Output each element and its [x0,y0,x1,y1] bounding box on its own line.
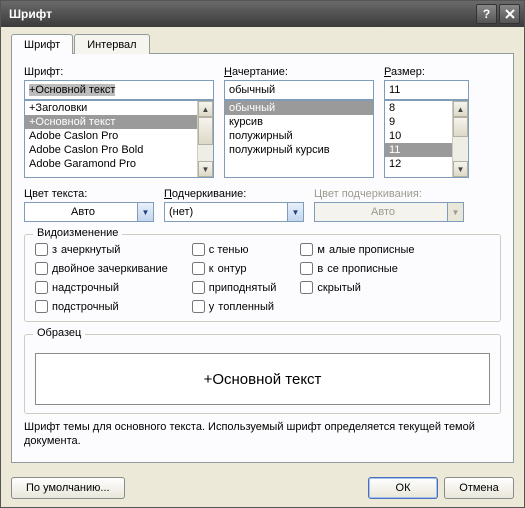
check-engrave[interactable]: утопленный [192,300,277,313]
check-subscript[interactable]: подстрочный [35,300,168,313]
cancel-button[interactable]: Отмена [444,477,514,499]
chevron-down-icon[interactable]: ▼ [287,203,303,221]
style-label: Начертание: [224,66,374,78]
scrollbar[interactable]: ▲ ▼ [452,101,468,177]
window-title: Шрифт [9,7,52,21]
list-item[interactable]: 8 [385,101,452,115]
check-superscript[interactable]: надстрочный [35,281,168,294]
underline-color-combo: Авто ▼ [314,202,464,222]
list-item[interactable]: +Заголовки [25,101,197,115]
sample-fieldset: Образец +Основной текст [24,334,501,414]
list-item[interactable]: Adobe Caslon Pro [25,129,197,143]
list-item[interactable]: курсив [225,115,373,129]
list-item[interactable]: Adobe Caslon Pro Bold [25,143,197,157]
check-double-strike[interactable]: двойное зачеркивание [35,262,168,275]
scroll-thumb[interactable] [453,117,468,137]
default-button[interactable]: По умолчанию... [11,477,125,499]
list-item[interactable]: 10 [385,129,452,143]
tab-font[interactable]: Шрифт [11,34,73,54]
effects-legend: Видоизменение [33,227,122,239]
scrollbar[interactable]: ▲ ▼ [197,101,213,177]
scroll-up-icon[interactable]: ▲ [453,101,468,117]
check-emboss[interactable]: приподнятый [192,281,277,294]
scroll-thumb[interactable] [198,117,213,145]
list-item[interactable]: Adobe Garamond Pro [25,157,197,171]
scroll-down-icon[interactable]: ▼ [198,161,213,177]
chevron-down-icon: ▼ [447,203,463,221]
check-allcaps[interactable]: все прописные [300,262,414,275]
check-hidden[interactable]: скрытый [300,281,414,294]
font-dialog: Шрифт ? Шрифт Интервал Шрифт: +Основной … [0,0,525,508]
font-listbox[interactable]: +Заголовки +Основной текст Adobe Caslon … [24,100,214,178]
sample-legend: Образец [33,327,85,339]
tab-interval[interactable]: Интервал [74,34,149,54]
scroll-down-icon[interactable]: ▼ [453,161,468,177]
text-color-combo[interactable]: Авто ▼ [24,202,154,222]
list-item[interactable]: полужирный курсив [225,143,373,157]
tab-strip: Шрифт Интервал [11,33,514,53]
font-input[interactable]: +Основной текст [24,80,214,100]
size-label: Размер: [384,66,469,78]
check-outline[interactable]: контур [192,262,277,275]
close-button[interactable] [499,4,520,24]
size-listbox[interactable]: 8 9 10 11 12 ▲ ▼ [384,100,469,178]
check-smallcaps[interactable]: малые прописные [300,243,414,256]
font-label: Шрифт: [24,66,214,78]
effects-fieldset: Видоизменение зачеркнутый двойное зачерк… [24,234,501,322]
underline-combo[interactable]: (нет) ▼ [164,202,304,222]
help-button[interactable]: ? [476,4,497,24]
list-item[interactable]: полужирный [225,129,373,143]
scroll-up-icon[interactable]: ▲ [198,101,213,117]
list-item[interactable]: обычный [225,101,373,115]
list-item[interactable]: 12 [385,157,452,171]
description-text: Шрифт темы для основного текста. Использ… [24,420,501,449]
check-shadow[interactable]: с тенью [192,243,277,256]
underline-color-label: Цвет подчеркивания: [314,188,464,200]
chevron-down-icon[interactable]: ▼ [137,203,153,221]
sample-preview: +Основной текст [35,353,490,405]
list-item[interactable]: +Основной текст [25,115,197,129]
size-input[interactable]: 11 [384,80,469,100]
text-color-label: Цвет текста: [24,188,154,200]
style-listbox[interactable]: обычный курсив полужирный полужирный кур… [224,100,374,178]
style-input[interactable]: обычный [224,80,374,100]
dialog-footer: По умолчанию... ОК Отмена [1,469,524,507]
ok-button[interactable]: ОК [368,477,438,499]
list-item[interactable]: 11 [385,143,452,157]
underline-label: Подчеркивание: [164,188,304,200]
check-strikethrough[interactable]: зачеркнутый [35,243,168,256]
titlebar: Шрифт ? [1,1,524,27]
list-item[interactable]: 9 [385,115,452,129]
tab-panel-font: Шрифт: +Основной текст +Заголовки +Основ… [11,53,514,463]
